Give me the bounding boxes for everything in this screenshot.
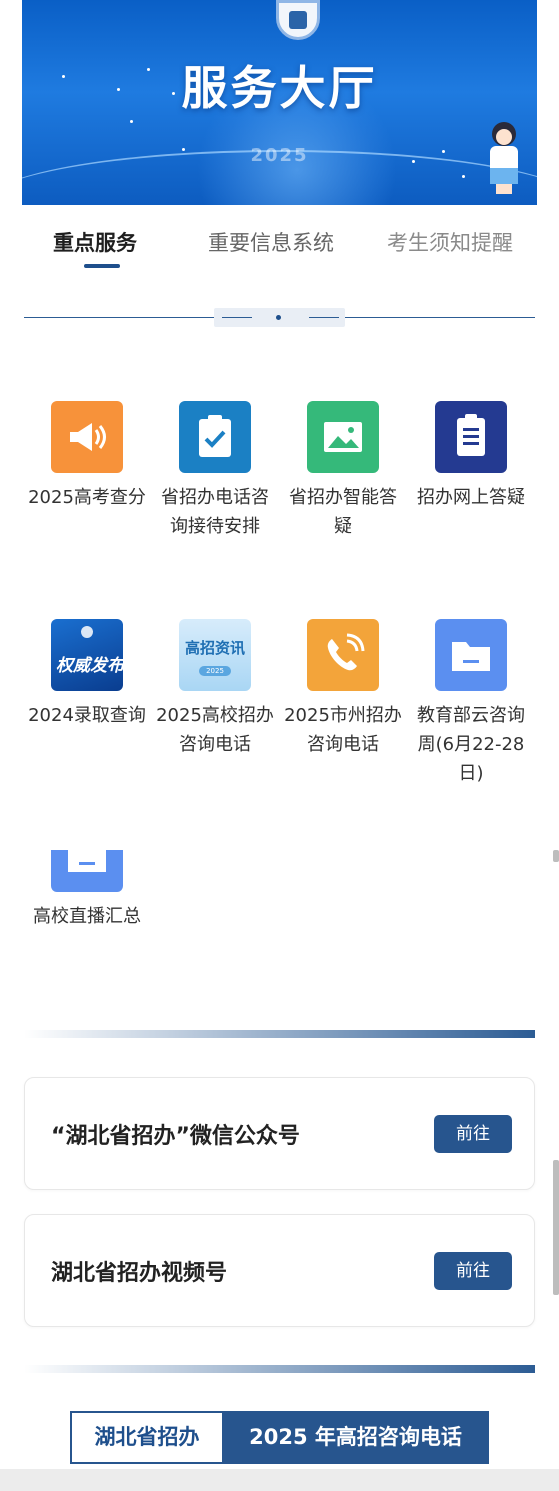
- service-label: 2025市州招办咨询电话: [284, 705, 402, 755]
- tab-info-systems[interactable]: 重要信息系统: [208, 226, 334, 260]
- active-tab-indicator: [84, 264, 120, 268]
- megaphone-icon: [51, 401, 123, 473]
- service-phone-reception[interactable]: 省招办电话咨询接待安排: [155, 401, 275, 541]
- service-moe-cloud-week[interactable]: 教育部云咨询周(6月22-28日): [411, 619, 531, 788]
- service-online-qa[interactable]: 招办网上答疑: [411, 401, 531, 512]
- gaozhao-zixun-thumbnail: 高招资讯 2025: [179, 619, 251, 691]
- section-separator: [24, 1365, 535, 1373]
- service-tabs: 重点服务 重要信息系统 考生须知提醒: [0, 226, 559, 276]
- card-title: 湖北省招办视频号: [51, 1261, 228, 1286]
- education-seal-icon: [276, 0, 320, 40]
- go-button[interactable]: 前往: [434, 1252, 512, 1290]
- go-button[interactable]: 前往: [434, 1115, 512, 1153]
- consult-phone-banner[interactable]: 湖北省招办 2025 年高招咨询电话: [70, 1411, 489, 1464]
- service-label: 2025高考查分: [28, 487, 146, 508]
- student-mascot-illustration: [482, 122, 526, 194]
- footer-banner-title: 2025 年高招咨询电话: [249, 1425, 462, 1449]
- service-label: 省招办智能答疑: [289, 487, 397, 537]
- folder-icon: [435, 619, 507, 691]
- service-label: 教育部云咨询周(6月22-28日): [417, 705, 525, 784]
- image-icon: [307, 401, 379, 473]
- card-title: “湖北省招办”微信公众号: [51, 1124, 300, 1149]
- clipboard-check-icon: [179, 401, 251, 473]
- service-admission-query[interactable]: 权威发布 2024录取查询: [27, 619, 147, 730]
- bottom-strip: [0, 1469, 559, 1491]
- service-label: 2024录取查询: [28, 705, 146, 726]
- service-label: 高校直播汇总: [33, 906, 141, 927]
- wechat-account-card[interactable]: “湖北省招办”微信公众号 前往: [24, 1077, 535, 1190]
- tab-exam-notices[interactable]: 考生须知提醒: [387, 226, 513, 260]
- service-city-phones[interactable]: 2025市州招办咨询电话: [283, 619, 403, 759]
- service-college-phones[interactable]: 高招资讯 2025 2025高校招办咨询电话: [155, 619, 275, 759]
- banner-year: 2025: [250, 145, 309, 166]
- service-label: 招办网上答疑: [417, 487, 525, 508]
- scrollbar-track[interactable]: [553, 1160, 559, 1295]
- document-icon: [435, 401, 507, 473]
- tab-key-services[interactable]: 重点服务: [53, 226, 137, 260]
- footer-banner-org: 湖北省招办: [72, 1413, 222, 1462]
- service-label: 省招办电话咨询接待安排: [161, 487, 269, 537]
- service-smart-qa[interactable]: 省招办智能答疑: [283, 401, 403, 541]
- scrollbar-thumb[interactable]: [553, 850, 559, 862]
- section-separator: [24, 1030, 535, 1038]
- folder-icon: [51, 850, 123, 892]
- service-label: 2025高校招办咨询电话: [156, 705, 274, 755]
- banner-title: 服务大厅: [181, 61, 378, 115]
- video-account-card[interactable]: 湖北省招办视频号 前往: [24, 1214, 535, 1327]
- quanwei-fabu-thumbnail: 权威发布: [51, 619, 123, 691]
- service-score-query[interactable]: 2025高考查分: [27, 401, 147, 512]
- service-live-summary[interactable]: 高校直播汇总: [27, 850, 147, 931]
- hero-banner: 服务大厅 2025: [22, 0, 537, 205]
- phone-icon: [307, 619, 379, 691]
- divider-ornament: [214, 308, 345, 327]
